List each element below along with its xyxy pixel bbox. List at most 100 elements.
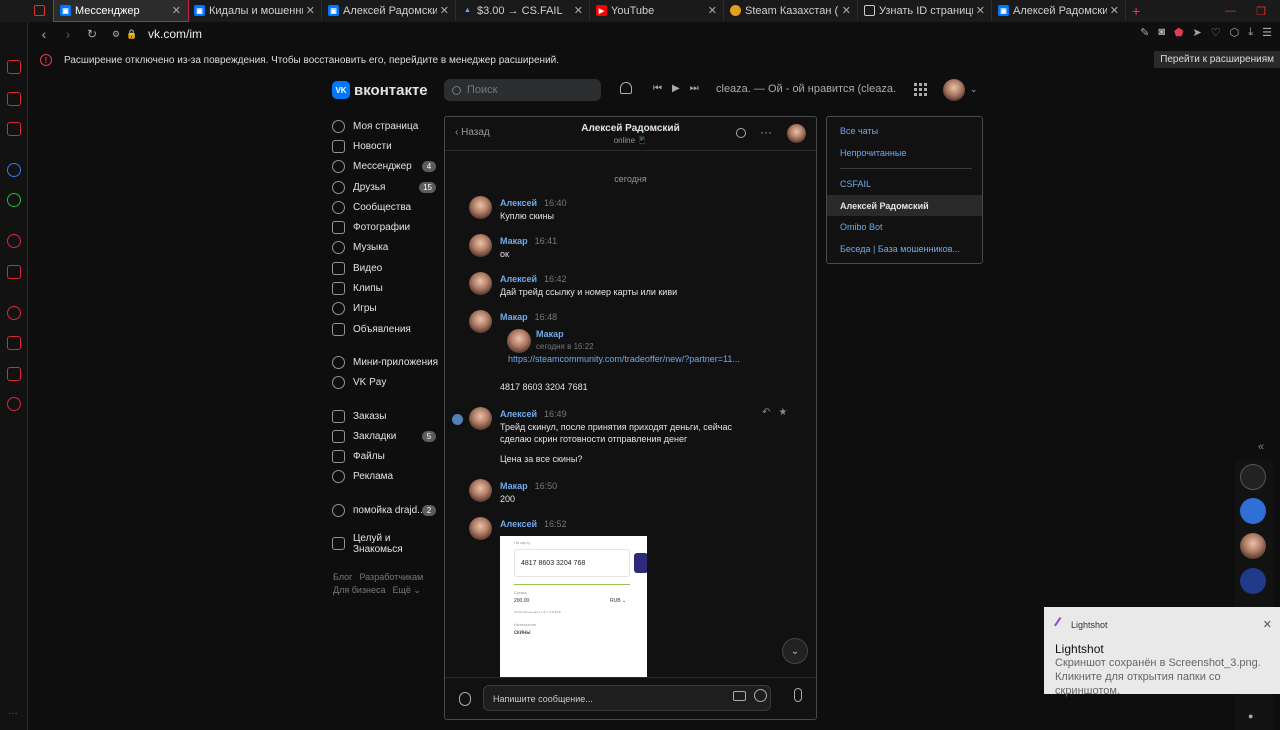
chat-item-baza[interactable]: Беседа | База мошенников...: [827, 238, 982, 259]
adblock-icon[interactable]: ⬟: [1174, 26, 1184, 39]
nav-games[interactable]: Игры: [332, 299, 442, 319]
avatar[interactable]: [469, 234, 492, 257]
player-icon[interactable]: [7, 234, 21, 248]
avatar[interactable]: [469, 196, 492, 219]
footer-dev-link[interactable]: Разработчикам: [359, 572, 423, 582]
current-track[interactable]: cleaza. — Ой - ой нравится (cleaza. …: [716, 83, 896, 95]
nav-music[interactable]: Музыка: [332, 238, 442, 258]
speed-dial-icon[interactable]: [7, 60, 21, 74]
open-extensions-button[interactable]: Перейти к расширениям: [1154, 51, 1280, 68]
vk-logo[interactable]: VK вконтакте: [332, 81, 428, 99]
nav-friends[interactable]: Друзья 15: [332, 177, 442, 197]
download-icon[interactable]: ⤓: [1248, 26, 1253, 39]
folder-all-chats[interactable]: Все чаты: [827, 120, 982, 141]
new-tab-button[interactable]: +: [1132, 3, 1140, 19]
nav-communities[interactable]: Сообщества: [332, 197, 442, 217]
back-icon[interactable]: ‹: [36, 26, 52, 42]
message-input[interactable]: Напишите сообщение...: [483, 685, 771, 711]
cube-icon[interactable]: ⬡: [1230, 26, 1240, 39]
nav-orders[interactable]: Заказы: [332, 406, 442, 426]
more-options-icon[interactable]: ···: [760, 125, 772, 139]
tab-id[interactable]: Узнать ID страницы или гр✕: [858, 0, 992, 21]
chevron-down-icon[interactable]: ⌄: [970, 84, 978, 95]
nav-mini-apps[interactable]: Мини-приложения: [332, 352, 442, 372]
close-icon[interactable]: ✕: [708, 4, 717, 17]
message-author[interactable]: Макар: [500, 481, 528, 491]
profile-avatar[interactable]: [943, 79, 965, 101]
chat-item-csfail[interactable]: CSFAIL: [827, 173, 982, 194]
send-icon[interactable]: [7, 265, 21, 279]
avatar[interactable]: [507, 329, 531, 353]
chat-avatar[interactable]: [1240, 533, 1266, 559]
close-icon[interactable]: ✕: [306, 4, 315, 17]
message-author[interactable]: Алексей: [500, 519, 537, 529]
nav-bookmarks[interactable]: Закладки 5: [332, 426, 442, 446]
nav-photos[interactable]: Фотографии: [332, 217, 442, 237]
avatar[interactable]: [469, 310, 492, 333]
avatar[interactable]: [469, 479, 492, 502]
search-icon[interactable]: [736, 128, 746, 138]
chat-bubble-icon[interactable]: ●: [1248, 711, 1253, 721]
lightshot-notification[interactable]: Lightshot ✕ Lightshot Скриншот сохранён …: [1044, 607, 1280, 697]
folder-unread[interactable]: Непрочитанные: [827, 142, 982, 163]
security-icon[interactable]: ⚙: [108, 29, 124, 40]
chat-avatar[interactable]: [787, 124, 806, 143]
url-input[interactable]: vk.com/im: [148, 27, 202, 41]
nav-files[interactable]: Файлы: [332, 446, 442, 466]
tab-csfail[interactable]: ▲ $3.00 → CS.FAIL ✕: [456, 0, 590, 21]
notifications-icon[interactable]: [620, 82, 632, 94]
telegram-icon[interactable]: [1240, 568, 1266, 594]
history-icon[interactable]: [7, 306, 21, 320]
qr-icon[interactable]: [1240, 498, 1266, 524]
nav-clips[interactable]: Клипы: [332, 278, 442, 298]
forward-author[interactable]: Макар: [536, 329, 564, 339]
nav-messenger[interactable]: Мессенджер 4: [332, 157, 442, 177]
scroll-down-button[interactable]: ⌄: [782, 638, 808, 664]
edit-icon[interactable]: ✎: [1140, 26, 1149, 39]
heart-icon[interactable]: ♡: [1211, 26, 1221, 39]
avatar[interactable]: [469, 407, 492, 430]
messenger-icon[interactable]: [7, 163, 21, 177]
tab-radomsky-2[interactable]: ▣ Алексей Радомский ✕: [992, 0, 1126, 21]
payment-screenshot-image[interactable]: На карту 4817 8603 3204 768 Сумма 200.00…: [500, 536, 647, 678]
close-icon[interactable]: ✕: [1263, 618, 1272, 631]
close-icon[interactable]: ✕: [574, 4, 583, 17]
avatar[interactable]: [469, 517, 492, 540]
close-icon[interactable]: ✕: [1110, 4, 1119, 17]
nav-group-tseluy[interactable]: Целуй и Знакомься: [332, 533, 442, 555]
nav-my-page[interactable]: Моя страница: [332, 116, 442, 136]
nav-ads[interactable]: Объявления: [332, 319, 442, 339]
nav-vkpay[interactable]: VK Pay: [332, 373, 442, 393]
bag-icon[interactable]: [7, 92, 21, 106]
more-icon[interactable]: ···: [8, 708, 18, 719]
play-icon[interactable]: ▶: [672, 83, 680, 94]
next-track-icon[interactable]: ⏭: [690, 83, 699, 94]
reload-icon[interactable]: ↻: [84, 27, 100, 41]
close-icon[interactable]: ✕: [440, 4, 449, 17]
forward-icon[interactable]: ›: [60, 26, 76, 42]
emoji-icon[interactable]: [754, 689, 767, 702]
nav-advertising[interactable]: Реклама: [332, 467, 442, 487]
camera-icon[interactable]: [733, 691, 746, 701]
close-icon[interactable]: ✕: [172, 4, 181, 17]
nav-video[interactable]: Видео: [332, 258, 442, 278]
avatar[interactable]: [469, 272, 492, 295]
search-input[interactable]: Поиск: [444, 79, 601, 101]
chat-item-radomsky[interactable]: Алексей Радомский: [827, 195, 982, 216]
trade-link[interactable]: https://steamcommunity.com/tradeoffer/ne…: [508, 354, 740, 364]
message-author[interactable]: Макар: [500, 236, 528, 246]
tab-radomsky[interactable]: ▣ Алексей Радомский ✕: [322, 0, 456, 21]
send-icon[interactable]: ➤: [1193, 26, 1202, 39]
close-icon[interactable]: ✕: [976, 4, 985, 17]
footer-business-link[interactable]: Для бизнеса: [333, 585, 386, 595]
prev-track-icon[interactable]: ⏮: [653, 83, 662, 94]
message-author[interactable]: Алексей: [500, 198, 537, 208]
collapse-icon[interactable]: «: [1258, 441, 1264, 453]
attach-icon[interactable]: [459, 692, 471, 706]
maximize-icon[interactable]: ❐: [1256, 5, 1266, 18]
chat-avatar[interactable]: [1240, 464, 1266, 490]
message-author[interactable]: Макар: [500, 312, 528, 322]
nav-group-pomoyka[interactable]: помойка drajd... 2: [332, 500, 442, 520]
reply-icon[interactable]: ↶: [762, 407, 770, 418]
minimize-icon[interactable]: —: [1225, 5, 1236, 17]
